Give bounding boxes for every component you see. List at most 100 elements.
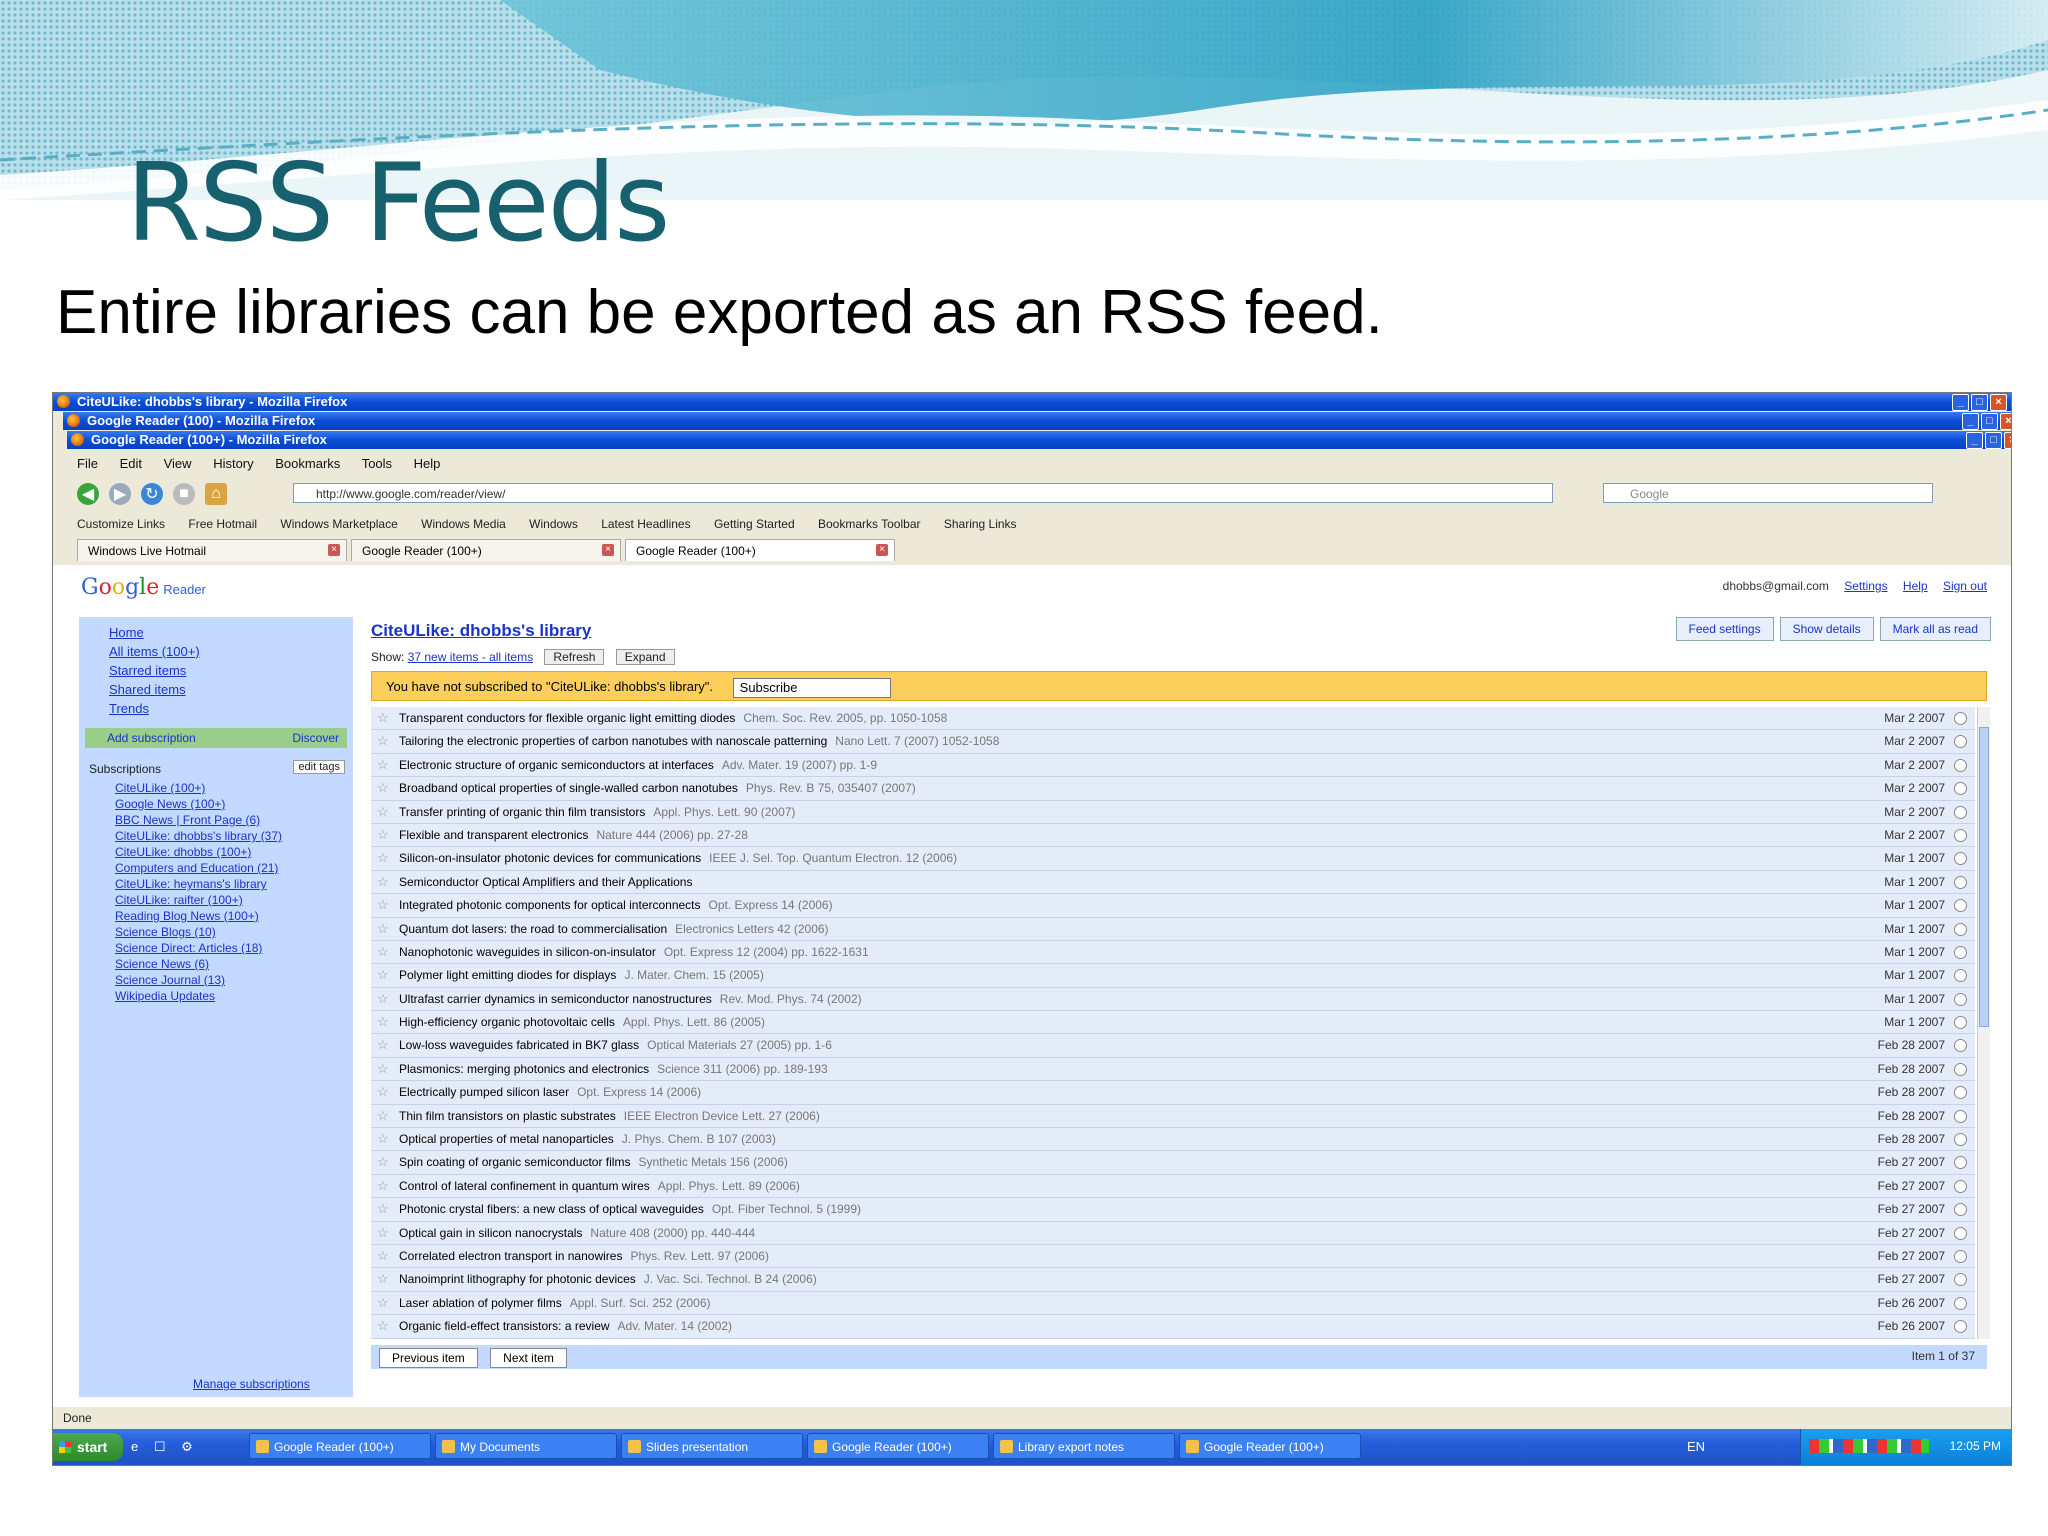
open-link-icon[interactable] [1954,922,1967,936]
bookmark-item[interactable]: Getting Started [714,517,795,531]
feed-item-row[interactable]: ☆ Quantum dot lasers: the road to commerc… [371,917,1975,941]
subscription-item[interactable]: CiteULike: dhobbs's library (37) [79,828,353,844]
expand-button[interactable]: Expand [615,649,675,665]
star-icon[interactable]: ☆ [377,1268,389,1290]
help-link[interactable]: Help [1903,579,1928,593]
star-icon[interactable]: ☆ [377,707,389,729]
feed-item-row[interactable]: ☆ Integrated photonic components for opti… [371,894,1975,918]
add-subscription-button[interactable]: Add subscription Discover [85,728,347,748]
minimize-icon[interactable]: _ [1952,394,1969,411]
language-indicator[interactable]: EN [1687,1439,1705,1454]
nav-home[interactable]: Home [79,623,353,642]
close-icon[interactable]: × [602,544,614,556]
subscription-item[interactable]: Reading Blog News (100+) [79,908,353,924]
open-link-icon[interactable] [1954,1039,1967,1053]
tab-reader-1[interactable]: Google Reader (100+) × [351,539,621,561]
subscription-item[interactable]: Science Journal (13) [79,972,353,988]
feed-item-row[interactable]: ☆ Plasmonics: merging photonics and elect… [371,1057,1975,1082]
star-icon[interactable]: ☆ [377,847,389,869]
bookmark-item[interactable]: Latest Headlines [601,517,690,531]
close-icon[interactable]: × [2000,413,2011,430]
open-link-icon[interactable] [1954,852,1967,866]
subscription-item[interactable]: Science Blogs (10) [79,924,353,940]
feed-item-row[interactable]: ☆ Photonic crystal fibers: a new class of… [371,1198,1975,1222]
feed-item-row[interactable]: ☆ Flexible and transparent electronics Nat… [371,823,1975,848]
open-link-icon[interactable] [1954,1296,1967,1310]
scrollbar[interactable] [1977,707,1990,1339]
tab-hotmail[interactable]: Windows Live Hotmail × [77,539,347,561]
open-link-icon[interactable] [1954,1062,1967,1076]
subscribe-select[interactable]: Subscribe [732,677,891,698]
open-link-icon[interactable] [1954,782,1967,796]
refresh-button[interactable]: Refresh [544,649,605,665]
star-icon[interactable]: ☆ [377,1315,389,1337]
feed-item-row[interactable]: ☆ Control of lateral confinement in quant… [371,1174,1975,1199]
edit-tags-button[interactable]: edit tags [293,760,345,774]
reload-icon[interactable]: ↻ [141,483,163,505]
feed-item-row[interactable]: ☆ Ultrafast carrier dynamics in semicondu… [371,987,1975,1012]
subscription-item[interactable]: CiteULike: heymans's library [79,876,353,892]
view-link[interactable]: 37 new items - all items [408,650,533,664]
sign-out-link[interactable]: Sign out [1943,579,1987,593]
bookmark-item[interactable]: Customize Links [77,517,165,531]
star-icon[interactable]: ☆ [377,918,389,940]
open-link-icon[interactable] [1954,1086,1967,1100]
subscription-item[interactable]: Computers and Education (21) [79,860,353,876]
search-input[interactable]: Google [1603,483,1933,503]
subscription-item[interactable]: Wikipedia Updates [79,988,353,1004]
menu-tools[interactable]: Tools [362,456,392,471]
subscription-item[interactable]: CiteULike: dhobbs (100+) [79,844,353,860]
maximize-icon[interactable]: □ [1971,394,1988,411]
nav-all-items[interactable]: All items (100+) [79,642,353,661]
bookmark-item[interactable]: Free Hotmail [188,517,257,531]
feed-item-row[interactable]: ☆ Nanophotonic waveguides in silicon-on-i… [371,940,1975,965]
feed-item-row[interactable]: ☆ Spin coating of organic semiconductor f… [371,1151,1975,1175]
open-link-icon[interactable] [1954,945,1967,959]
open-link-icon[interactable] [1954,1226,1967,1240]
open-link-icon[interactable] [1954,1179,1967,1193]
feed-item-row[interactable]: ☆ Thin film transistors on plastic substr… [371,1104,1975,1129]
feed-item-row[interactable]: ☆ Electronic structure of organic semicon… [371,753,1975,778]
open-link-icon[interactable] [1954,1133,1967,1147]
feed-item-row[interactable]: ☆ Silicon-on-insulator photonic devices f… [371,847,1975,871]
google-reader-logo[interactable]: Google Reader [81,575,206,600]
discover-link[interactable]: Discover [292,728,339,748]
next-item-button[interactable]: Next item [490,1348,567,1368]
star-icon[interactable]: ☆ [377,801,389,823]
feed-item-row[interactable]: ☆ Transfer printing of organic thin film … [371,800,1975,824]
subscription-item[interactable]: CiteULike (100+) [79,780,353,796]
open-link-icon[interactable] [1954,1156,1967,1170]
star-icon[interactable]: ☆ [377,988,389,1010]
star-icon[interactable]: ☆ [377,1011,389,1033]
back-arrow-icon[interactable]: ◀ [77,483,99,505]
bookmark-item[interactable]: Windows Marketplace [280,517,397,531]
feed-item-row[interactable]: ☆ Nanoimprint lithography for photonic de… [371,1268,1975,1292]
subscription-item[interactable]: Science Direct: Articles (18) [79,940,353,956]
maximize-icon[interactable]: □ [1985,432,2002,449]
feed-item-row[interactable]: ☆ Correlated electron transport in nanowi… [371,1244,1975,1269]
nav-shared[interactable]: Shared items [79,680,353,699]
manage-subscriptions-link[interactable]: Manage subscriptions [193,1377,310,1391]
star-icon[interactable]: ☆ [377,1222,389,1244]
subscription-item[interactable]: Google News (100+) [79,796,353,812]
star-icon[interactable]: ☆ [377,871,389,893]
menu-edit[interactable]: Edit [120,456,142,471]
feed-item-row[interactable]: ☆ Optical properties of metal nanoparticl… [371,1128,1975,1152]
feed-item-row[interactable]: ☆ Tailoring the electronic properties of … [371,730,1975,754]
close-icon[interactable]: × [876,544,888,556]
star-icon[interactable]: ☆ [377,1081,389,1103]
open-link-icon[interactable] [1954,1320,1967,1334]
taskbar-item[interactable]: My Documents [435,1433,617,1459]
previous-item-button[interactable]: Previous item [379,1348,478,1368]
close-icon[interactable]: × [2004,432,2011,449]
star-icon[interactable]: ☆ [377,1292,389,1314]
window-titlebar-2[interactable]: Google Reader (100) - Mozilla Firefox _ □… [63,412,2011,430]
star-icon[interactable]: ☆ [377,1034,389,1056]
settings-link[interactable]: Settings [1844,579,1887,593]
nav-trends[interactable]: Trends [79,699,353,718]
feed-item-row[interactable]: ☆ Electrically pumped silicon laser Opt. E… [371,1081,1975,1105]
taskbar-item[interactable]: Google Reader (100+) [249,1433,431,1459]
star-icon[interactable]: ☆ [377,964,389,986]
open-link-icon[interactable] [1954,828,1967,842]
bookmark-item[interactable]: Windows Media [421,517,506,531]
